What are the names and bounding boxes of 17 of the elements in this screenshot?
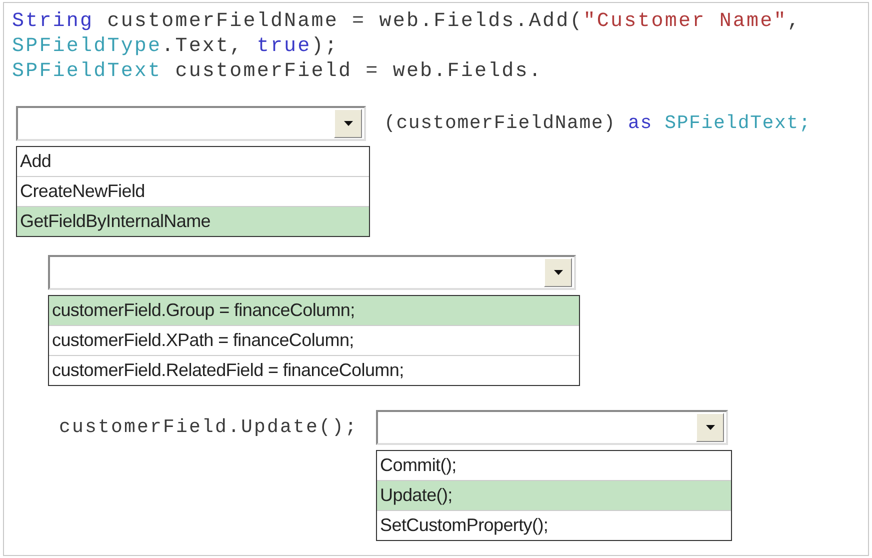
code-line: String customerFieldName = web.Fields.Add("Customer Name", <box>12 9 802 34</box>
dropdown-arrow-button[interactable] <box>544 258 572 287</box>
caret-icon <box>706 425 715 430</box>
code-line: (customerFieldName) as SPFieldText; <box>384 112 812 134</box>
dropdown-field[interactable] <box>48 255 576 290</box>
list-option[interactable]: customerField.Group = financeColumn; <box>49 296 579 325</box>
dropdown-field[interactable] <box>376 410 728 445</box>
caret-icon <box>554 270 562 275</box>
list-option[interactable]: GetFieldByInternalName <box>17 206 369 236</box>
dropdown-field[interactable] <box>16 106 366 141</box>
code-line: SPFieldType.Text, true); <box>12 34 340 59</box>
code-line: customerField.Update(); <box>59 416 358 438</box>
dropdown-arrow-button[interactable] <box>334 109 362 138</box>
list-option[interactable]: Update(); <box>377 480 732 510</box>
dropdown-arrow-button[interactable] <box>696 413 724 442</box>
caret-icon <box>344 121 352 126</box>
code-line: SPFieldText customerField = web.Fields. <box>12 59 544 84</box>
